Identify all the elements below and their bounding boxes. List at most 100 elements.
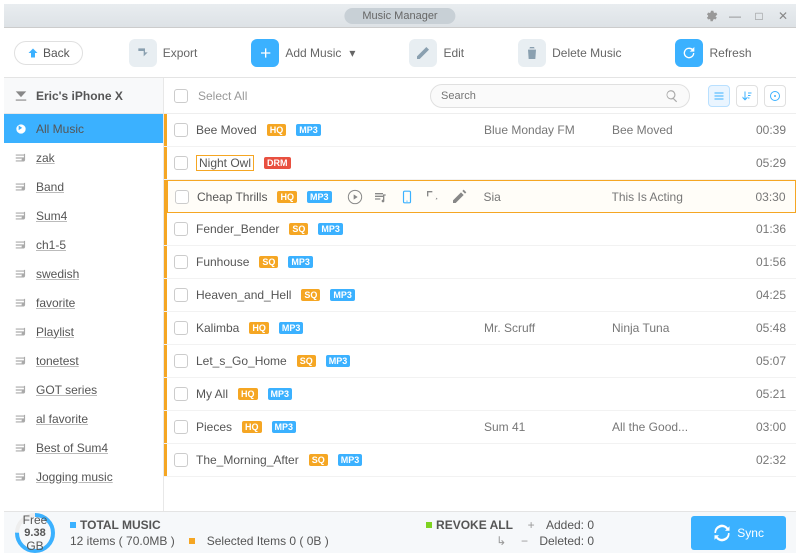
view-disc-icon[interactable]	[764, 85, 786, 107]
track-name: Let_s_Go_Home	[196, 354, 287, 368]
format-badge: MP3	[326, 355, 351, 367]
refresh-button[interactable]: Refresh	[667, 35, 759, 71]
export-button[interactable]: Export	[121, 35, 206, 71]
row-checkbox[interactable]	[174, 354, 188, 368]
select-all-checkbox[interactable]	[174, 89, 188, 103]
row-checkbox[interactable]	[174, 453, 188, 467]
quality-badge: HQ	[277, 191, 297, 203]
search-icon	[665, 89, 679, 103]
sidebar-item-al-favorite[interactable]: al favorite	[4, 404, 163, 433]
edit-icon	[409, 39, 437, 67]
track-duration: 04:25	[740, 288, 786, 302]
sidebar-item-best-of-sum4[interactable]: Best of Sum4	[4, 433, 163, 462]
row-checkbox[interactable]	[174, 123, 188, 137]
row-checkbox[interactable]	[174, 255, 188, 269]
device-header[interactable]: Eric's iPhone X	[4, 78, 163, 114]
import-icon[interactable]	[424, 188, 442, 206]
track-name: Fender_Bender	[196, 222, 279, 236]
track-duration: 05:48	[740, 321, 786, 335]
settings-icon[interactable]	[704, 9, 718, 23]
close-icon[interactable]: ✕	[776, 9, 790, 23]
table-row[interactable]: KalimbaHQMP3Mr. ScruffNinja Tuna05:48	[164, 312, 796, 345]
sync-button[interactable]: Sync	[691, 516, 786, 550]
row-checkbox[interactable]	[174, 420, 188, 434]
table-row[interactable]: PiecesHQMP3Sum 41All the Good...03:00	[164, 411, 796, 444]
sidebar-item-band[interactable]: Band	[4, 172, 163, 201]
quality-badge: SQ	[297, 355, 316, 367]
format-badge: MP3	[296, 124, 321, 136]
format-badge: MP3	[272, 421, 297, 433]
view-sort-icon[interactable]	[736, 85, 758, 107]
track-name: Bee Moved	[196, 123, 257, 137]
track-artist: Blue Monday FM	[484, 123, 604, 137]
delete-music-button[interactable]: Delete Music	[510, 35, 629, 71]
add-music-button[interactable]: Add Music ▾	[243, 35, 363, 71]
format-badge: MP3	[268, 388, 293, 400]
play-icon[interactable]	[346, 188, 364, 206]
format-badge: MP3	[288, 256, 313, 268]
sidebar-item-swedish[interactable]: swedish	[4, 259, 163, 288]
edit-row-icon[interactable]	[450, 188, 468, 206]
table-row[interactable]: Night OwlDRM05:29	[164, 147, 796, 180]
table-row[interactable]: Cheap ThrillsHQMP3SiaThis Is Acting03:30	[164, 180, 796, 213]
table-row[interactable]: Bee MovedHQMP3Blue Monday FMBee Moved00:…	[164, 114, 796, 147]
footer: Free9.38GB TOTAL MUSIC 12 items ( 70.0MB…	[4, 511, 796, 553]
table-row[interactable]: Let_s_Go_HomeSQMP305:07	[164, 345, 796, 378]
row-checkbox[interactable]	[175, 190, 189, 204]
add-music-icon	[251, 39, 279, 67]
table-row[interactable]: Heaven_and_HellSQMP304:25	[164, 279, 796, 312]
sidebar-item-ch1-5[interactable]: ch1-5	[4, 230, 163, 259]
quality-badge: SQ	[301, 289, 320, 301]
dot-icon	[70, 522, 76, 528]
edit-button[interactable]: Edit	[401, 35, 472, 71]
quality-badge: SQ	[309, 454, 328, 466]
export-icon	[129, 39, 157, 67]
track-name: Kalimba	[196, 321, 239, 335]
main-panel: Select All Bee Moved HQ MP3 Blue Monday FM B…	[164, 78, 796, 511]
playlist-add-icon[interactable]	[372, 188, 390, 206]
track-duration: 05:29	[740, 156, 786, 170]
track-duration: 03:30	[740, 190, 786, 204]
sidebar-item-sum4[interactable]: Sum4	[4, 201, 163, 230]
quality-badge: HQ	[249, 322, 269, 334]
refresh-icon	[675, 39, 703, 67]
table-row[interactable]: The_Morning_AfterSQMP302:32	[164, 444, 796, 477]
track-duration: 02:32	[740, 453, 786, 467]
track-album: Bee Moved	[612, 123, 732, 137]
search-field[interactable]	[441, 90, 665, 102]
titlebar: Music Manager — □ ✕	[4, 4, 796, 28]
device-icon[interactable]	[398, 188, 416, 206]
sidebar-item-tonetest[interactable]: tonetest	[4, 346, 163, 375]
track-album: Ninja Tuna	[612, 321, 732, 335]
back-button[interactable]: Back	[14, 41, 83, 65]
track-artist: Mr. Scruff	[484, 321, 604, 335]
table-row[interactable]: My AllHQMP305:21	[164, 378, 796, 411]
back-label: Back	[43, 46, 70, 60]
row-checkbox[interactable]	[174, 288, 188, 302]
row-checkbox[interactable]	[174, 156, 188, 170]
row-checkbox[interactable]	[174, 321, 188, 335]
format-badge: MP3	[338, 454, 363, 466]
row-checkbox[interactable]	[174, 222, 188, 236]
search-input[interactable]	[430, 84, 690, 108]
format-badge: MP3	[330, 289, 355, 301]
sidebar-item-zak[interactable]: zak	[4, 143, 163, 172]
list-header: Select All	[164, 78, 796, 114]
sidebar-item-got-series[interactable]: GOT series	[4, 375, 163, 404]
window-title: Music Manager	[344, 8, 455, 24]
toolbar: Back Export Add Music ▾ Edit Delete Musi…	[4, 28, 796, 78]
sidebar-item-all-music[interactable]: All Music	[4, 114, 163, 143]
track-artist: Sia	[484, 190, 604, 204]
drm-badge: DRM	[264, 157, 291, 169]
table-row[interactable]: Fender_BenderSQMP301:36	[164, 213, 796, 246]
sidebar-item-favorite[interactable]: favorite	[4, 288, 163, 317]
track-album: All the Good...	[612, 420, 732, 434]
row-checkbox[interactable]	[174, 387, 188, 401]
maximize-icon[interactable]: □	[752, 9, 766, 23]
view-list-icon[interactable]	[708, 85, 730, 107]
minimize-icon[interactable]: —	[728, 9, 742, 23]
sidebar-item-playlist[interactable]: Playlist	[4, 317, 163, 346]
table-row[interactable]: FunhouseSQMP301:56	[164, 246, 796, 279]
format-badge: MP3	[318, 223, 343, 235]
sidebar-item-jogging-music[interactable]: Jogging music	[4, 462, 163, 491]
